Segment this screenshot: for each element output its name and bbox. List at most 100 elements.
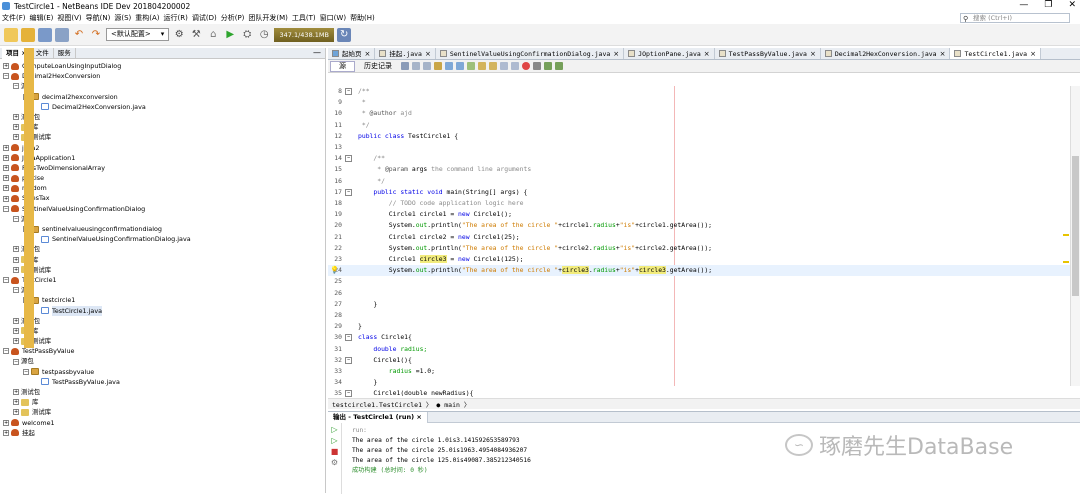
expand-icon[interactable]: + xyxy=(13,256,19,263)
run-icon[interactable]: ▶ xyxy=(223,28,237,42)
macro-record-icon[interactable] xyxy=(522,62,530,70)
collapse-icon[interactable]: − xyxy=(13,287,19,294)
uncomment-icon[interactable] xyxy=(555,62,563,70)
config-combo[interactable]: <默认配置> ▾ xyxy=(106,28,170,41)
expand-icon[interactable]: + xyxy=(13,327,19,334)
scrollbar-thumb[interactable] xyxy=(1072,156,1079,296)
code-line[interactable]: 12 public class TestCircle1 { xyxy=(328,131,1070,142)
close-tab-icon[interactable]: × xyxy=(425,48,431,59)
expand-icon[interactable]: + xyxy=(3,164,9,171)
tree-node[interactable]: +测试包 xyxy=(0,48,325,348)
bookmark-prev-icon[interactable] xyxy=(478,62,486,70)
close-tab-icon[interactable]: × xyxy=(1030,48,1036,59)
tree-node[interactable]: −源包 xyxy=(0,48,325,348)
find-next-icon[interactable] xyxy=(456,62,464,70)
tree-node[interactable]: +测试包 xyxy=(0,48,325,348)
maximize-button[interactable]: ❐ xyxy=(1044,0,1052,10)
close-tab-icon[interactable]: × xyxy=(704,48,710,59)
expand-icon[interactable]: + xyxy=(3,154,9,161)
rerun-debug-icon[interactable]: ▷ xyxy=(330,436,339,445)
editor-tab[interactable]: JOptionPane.java × xyxy=(624,48,715,59)
menu-item-4[interactable]: 源(S) xyxy=(114,13,131,23)
tree-node[interactable]: −testcircle1 xyxy=(0,295,325,305)
tree-node[interactable]: + ComputeLoanUsingInputDialog xyxy=(0,61,325,71)
fold-icon[interactable]: − xyxy=(345,356,352,364)
editor-tab[interactable]: 挂起.java × xyxy=(375,48,436,59)
fold-icon[interactable]: − xyxy=(345,390,352,398)
vertical-scrollbar[interactable] xyxy=(1070,86,1080,386)
tab-output[interactable]: 输出 - TestCircle1 (run) × xyxy=(328,411,428,423)
code-line[interactable]: 34 } xyxy=(328,377,1070,388)
menu-item-9[interactable]: 团队开发(M) xyxy=(248,13,288,23)
tree-node[interactable]: Decimal2HexConversion.java xyxy=(0,102,325,112)
find-prev-icon[interactable] xyxy=(445,62,453,70)
fold-icon[interactable]: − xyxy=(345,155,352,163)
code-line[interactable]: 25 xyxy=(328,276,1070,287)
breadcrumb-class[interactable]: testcircle1.TestCircle1 〉 xyxy=(332,399,432,409)
menu-item-12[interactable]: 帮助(H) xyxy=(350,13,375,23)
tree-node[interactable]: − SentinelValueUsingConfirmationDialog xyxy=(0,204,325,214)
expand-icon[interactable]: + xyxy=(3,175,9,182)
open-project-icon[interactable] xyxy=(38,27,52,42)
back-icon[interactable] xyxy=(412,62,420,70)
menu-item-1[interactable]: 编辑(E) xyxy=(30,13,54,23)
menu-item-0[interactable]: 文件(F) xyxy=(2,13,26,23)
shift-right-icon[interactable] xyxy=(511,62,519,70)
tab-services[interactable]: 服务 xyxy=(54,47,76,59)
tree-node[interactable]: +测试包 xyxy=(0,48,325,348)
code-line[interactable]: 26 xyxy=(328,288,1070,299)
editor-tab[interactable]: TestCircle1.java × xyxy=(950,48,1041,59)
editor-tab[interactable]: Decimal2HexConversion.java × xyxy=(821,48,951,59)
settings-icon[interactable]: ⚙ xyxy=(172,28,186,42)
collapse-icon[interactable]: − xyxy=(3,277,9,284)
fold-icon[interactable]: − xyxy=(345,334,352,342)
stop-icon[interactable]: ■ xyxy=(330,447,339,456)
expand-icon[interactable]: + xyxy=(13,134,19,141)
debug-icon[interactable]: ⛭ xyxy=(240,28,254,42)
menu-item-7[interactable]: 调试(D) xyxy=(192,13,217,23)
settings-icon[interactable]: ⚙ xyxy=(330,458,339,467)
tree-node[interactable]: SentinelValueUsingConfirmationDialog.jav… xyxy=(0,234,325,244)
code-line[interactable]: 16 */ xyxy=(328,176,1070,187)
menu-item-5[interactable]: 重构(A) xyxy=(135,13,159,23)
forward-icon[interactable] xyxy=(423,62,431,70)
new-file-icon[interactable] xyxy=(21,27,35,42)
tree-node[interactable]: + welcome1 xyxy=(0,418,325,428)
code-line[interactable]: 11 */ xyxy=(328,120,1070,131)
breadcrumb-method[interactable]: ● main 〉 xyxy=(436,399,470,409)
menu-item-8[interactable]: 分析(P) xyxy=(221,13,245,23)
code-line[interactable]: 24 💡 System.out.println("The area of the … xyxy=(328,265,1070,277)
macro-stop-icon[interactable] xyxy=(533,62,541,70)
bookmark-next-icon[interactable] xyxy=(489,62,497,70)
collapse-icon[interactable]: − xyxy=(13,83,19,90)
expand-icon[interactable]: + xyxy=(3,429,9,436)
close-button[interactable]: ✕ xyxy=(1068,0,1076,10)
tree-node[interactable]: −decimal2hexconversion xyxy=(0,92,325,102)
last-edit-icon[interactable] xyxy=(401,62,409,70)
menu-item-3[interactable]: 导航(N) xyxy=(86,13,111,23)
editor-tab[interactable]: SentinelValueUsingConfirmationDialog.jav… xyxy=(436,48,625,59)
shift-left-icon[interactable] xyxy=(500,62,508,70)
find-icon[interactable] xyxy=(434,62,442,70)
close-tab-icon[interactable]: × xyxy=(365,48,371,59)
tree-node[interactable]: −源包 xyxy=(0,48,325,348)
fold-icon[interactable]: − xyxy=(345,188,352,196)
minimize-panel-button[interactable]: — xyxy=(313,48,321,57)
tree-node[interactable]: − TestCircle1 xyxy=(0,275,325,285)
toggle-highlight-icon[interactable] xyxy=(467,62,475,70)
editor-tab[interactable]: TestPassByValue.java × xyxy=(715,48,821,59)
code-line[interactable]: 29} xyxy=(328,321,1070,332)
editor-tab[interactable]: 起始页 × xyxy=(328,48,376,59)
tree-node[interactable]: + 测试库 xyxy=(0,265,325,275)
redo-icon[interactable]: ↷ xyxy=(89,28,103,42)
tree-node[interactable]: +java2 xyxy=(0,143,325,153)
tab-source[interactable]: 源 xyxy=(330,60,355,72)
code-editor[interactable]: 8−/** 9 * 10 * @author ajd 11 */12 public cl… xyxy=(328,86,1070,398)
tree-node[interactable]: TestCircle1.java xyxy=(0,305,325,316)
tree-node[interactable]: + 库 xyxy=(0,397,325,407)
new-project-icon[interactable] xyxy=(4,27,18,42)
code-line[interactable]: 10 * @author ajd xyxy=(328,108,1070,119)
code-line[interactable]: 18 // TODO code application logic here xyxy=(328,198,1070,209)
tree-node[interactable]: + SalesTax xyxy=(0,193,325,203)
close-tab-icon[interactable]: × xyxy=(810,48,816,59)
